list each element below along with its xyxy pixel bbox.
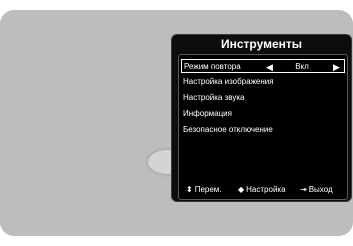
- up-down-arrows-icon: ⬍: [186, 185, 193, 194]
- tv-screen: Инструменты Режим повтора ◀ Вкл ▶ Настро…: [0, 10, 353, 236]
- menu-item-information[interactable]: Информация: [181, 107, 345, 121]
- footer-move-label: Перем.: [194, 185, 222, 194]
- footer-adjust-label: Настройка: [246, 185, 286, 194]
- menu-item-label: Информация: [183, 109, 232, 118]
- footer-exit-label: Выход: [308, 185, 333, 194]
- exit-icon: ⇥: [300, 185, 307, 194]
- arrow-right-icon[interactable]: ▶: [333, 60, 340, 74]
- menu-item-safe-remove[interactable]: Безопасное отключение: [181, 123, 345, 137]
- left-right-arrows-icon: ◆: [238, 185, 245, 194]
- arrow-left-icon[interactable]: ◀: [266, 60, 273, 74]
- footer-adjust: ◆ Настройка: [238, 183, 286, 197]
- tools-menu: Инструменты Режим повтора ◀ Вкл ▶ Настро…: [171, 34, 352, 202]
- repeat-mode-value: Вкл: [295, 62, 309, 71]
- footer-exit: ⇥ Выход: [300, 183, 333, 197]
- menu-footer: ⬍ Перем. ◆ Настройка ⇥ Выход: [172, 183, 351, 197]
- footer-move: ⬍ Перем.: [186, 183, 222, 197]
- menu-item-label: Настройка изображения: [183, 77, 274, 86]
- tv-frame: Инструменты Режим повтора ◀ Вкл ▶ Настро…: [0, 0, 353, 246]
- menu-list: Режим повтора ◀ Вкл ▶ Настройка изображе…: [178, 54, 348, 200]
- menu-item-sound-settings[interactable]: Настройка звука: [181, 91, 345, 105]
- menu-item-repeat-mode[interactable]: Режим повтора ◀ Вкл ▶: [181, 59, 345, 73]
- menu-item-label: Безопасное отключение: [183, 125, 273, 134]
- menu-item-label: Настройка звука: [183, 93, 245, 102]
- menu-item-label: Режим повтора: [184, 62, 241, 71]
- menu-title: Инструменты: [220, 37, 303, 51]
- menu-item-picture-settings[interactable]: Настройка изображения: [181, 75, 345, 89]
